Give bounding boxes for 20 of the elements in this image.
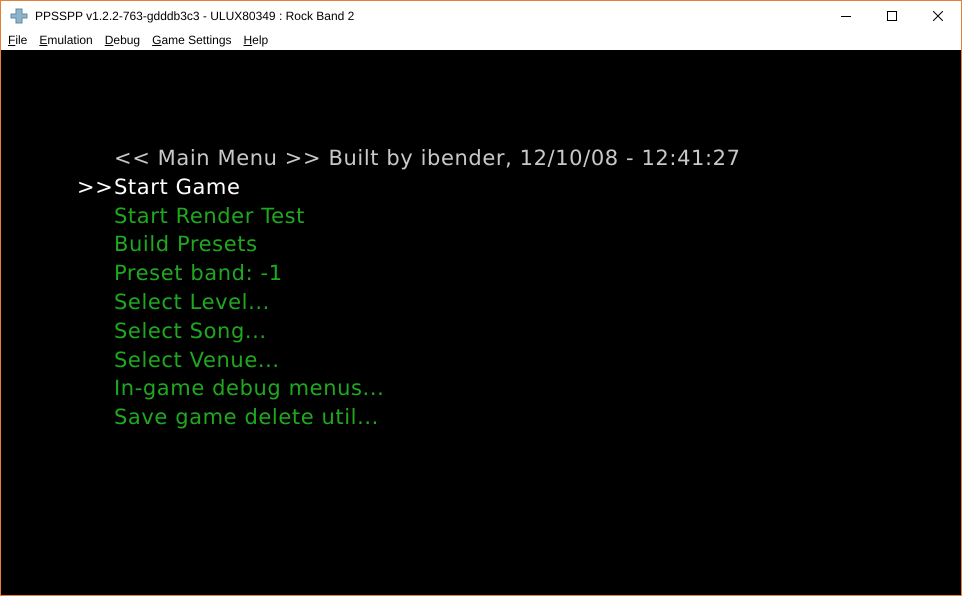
menu-item[interactable]: File bbox=[2, 31, 34, 49]
selection-cursor: >> bbox=[77, 174, 114, 201]
maximize-icon bbox=[887, 10, 897, 20]
menu-option[interactable]: Start Game bbox=[114, 172, 240, 202]
menu-item[interactable]: Debug bbox=[98, 31, 146, 49]
menu-option[interactable]: In-game debug menus... bbox=[114, 374, 384, 404]
menu-option[interactable]: Start Render Test bbox=[114, 202, 305, 230]
close-icon bbox=[933, 10, 943, 20]
menu-option[interactable]: Preset band: -1 bbox=[114, 259, 283, 288]
menu-item[interactable]: Help bbox=[238, 31, 274, 49]
menu-option[interactable]: Save game delete util... bbox=[114, 403, 379, 432]
window-title: PPSSPP v1.2.2-763-gdddb3c3 - ULUX80349 : Rock Band 2 bbox=[35, 8, 354, 24]
menu-option[interactable]: Select Level... bbox=[114, 288, 270, 317]
app-logo-icon bbox=[10, 8, 28, 24]
menu-item[interactable]: Emulation bbox=[33, 31, 99, 49]
menu-option[interactable]: Select Venue... bbox=[114, 346, 280, 374]
menu-header: << Main Menu >> Built by ibender, 12/10/08 - 12:41:27 bbox=[114, 145, 741, 172]
menu-option[interactable]: Build Presets bbox=[114, 230, 258, 260]
menu-option[interactable]: Select Song... bbox=[114, 316, 267, 346]
menu-item[interactable]: Game Settings bbox=[146, 31, 238, 49]
